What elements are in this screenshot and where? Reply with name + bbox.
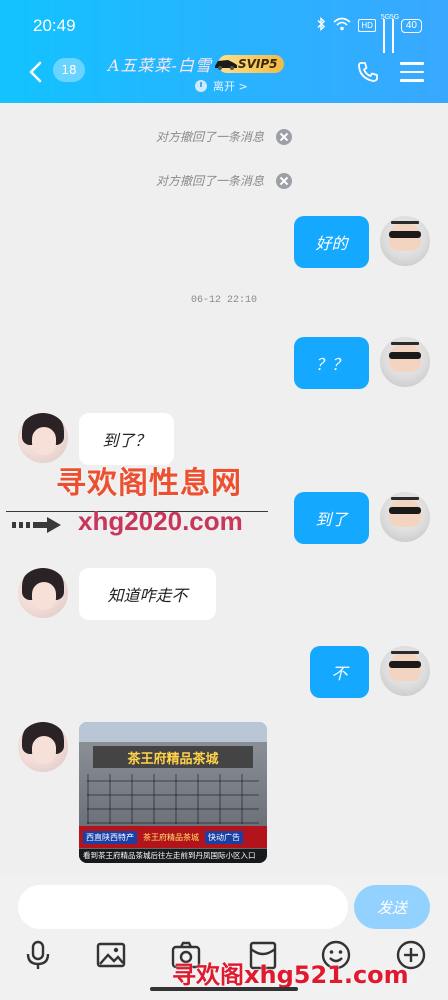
unread-count-badge[interactable]: 18 [53,58,85,82]
image-icon[interactable] [95,939,127,971]
my-avatar[interactable] [380,216,430,266]
send-button[interactable]: 发送 [354,885,430,929]
status-icons: HD 5G 5G 40 [316,14,422,53]
home-indicator[interactable] [150,987,298,991]
photo-shopfront: 西直陕西特产 茶王府精品茶城 快动广告 [79,826,267,848]
photo-sky [79,722,267,742]
menu-icon [400,62,424,82]
incoming-message[interactable]: 知道咋走不 [79,568,216,620]
contact-avatar[interactable] [18,722,68,772]
arrow-right-icon [12,517,61,533]
chevron-left-icon [29,61,42,83]
signal-icon: 5G [381,14,390,53]
wifi-icon [333,17,351,34]
bluetooth-icon [316,16,326,34]
close-icon[interactable] [276,128,292,145]
contact-avatar[interactable] [18,568,68,618]
contact-avatar[interactable] [18,413,68,463]
call-button[interactable] [356,60,380,84]
my-avatar[interactable] [380,492,430,542]
shop-sign-mid: 茶王府精品茶城 [143,832,199,842]
outgoing-message[interactable]: 好的 [294,216,369,268]
vip-label: SVIP5 [237,57,278,71]
chat-header: 20:49 HD 5G 5G 40 18 A五菜菜-白雪 SVIP5 离开 > [0,0,448,103]
shop-sign-left: 西直陕西特产 [83,830,137,844]
photo-caption: 看到茶王府精品茶城后往左走前到丹凤国际小区入口 [79,849,267,863]
car-icon [214,60,237,70]
recall-notice: 对方撤回了一条消息 [0,128,448,145]
presence-text: 离开 > [213,80,248,93]
presence-status[interactable]: 离开 > [195,78,248,94]
signal-icon-2: 5G [390,14,399,53]
message-list[interactable]: 对方撤回了一条消息 对方撤回了一条消息 好的 06-12 22:10 ？？ 到了… [0,103,448,875]
recall-text: 对方撤回了一条消息 [155,130,264,144]
hd-badge: HD [358,19,376,32]
image-message[interactable]: 茶王府精品茶城 西直陕西特产 茶王府精品茶城 快动广告 看到茶王府精品茶城后往左… [79,722,267,863]
message-input[interactable] [18,885,348,929]
outgoing-message[interactable]: 到了 [294,492,369,544]
shop-sign-right: 快动广告 [205,830,243,844]
outgoing-message[interactable]: ？？ [294,337,369,389]
mic-icon[interactable] [22,939,54,971]
recall-notice: 对方撤回了一条消息 [0,172,448,189]
close-icon[interactable] [276,172,292,189]
phone-icon [358,62,378,82]
watermark-text: 寻欢阁性息网 [56,466,242,501]
my-avatar[interactable] [380,646,430,696]
photo-windows [87,774,259,824]
contact-name: A五菜菜-白雪 [108,56,212,75]
status-time: 20:49 [33,16,76,35]
vip-badge: SVIP5 [214,55,284,73]
clock-icon [195,80,207,92]
battery-icon: 40 [400,18,422,33]
watermark-url: xhg2020.com [78,506,243,536]
outgoing-message[interactable]: 不 [310,646,369,698]
recall-text: 对方撤回了一条消息 [155,174,264,188]
back-button[interactable] [25,60,47,84]
input-bar: 发送 寻欢阁xhg521.com [0,875,448,1000]
my-avatar[interactable] [380,337,430,387]
signal-label: 5G [380,13,391,21]
message-timestamp: 06-12 22:10 [190,295,257,306]
signal-label-2: 5G [389,13,400,21]
status-bar: 20:49 HD 5G 5G 40 [0,0,448,53]
title-row[interactable]: A五菜菜-白雪 SVIP5 [108,52,284,76]
photo-sign: 茶王府精品茶城 [93,746,253,768]
more-menu-button[interactable] [400,62,424,82]
watermark-bottom: 寻欢阁xhg521.com [172,961,409,989]
